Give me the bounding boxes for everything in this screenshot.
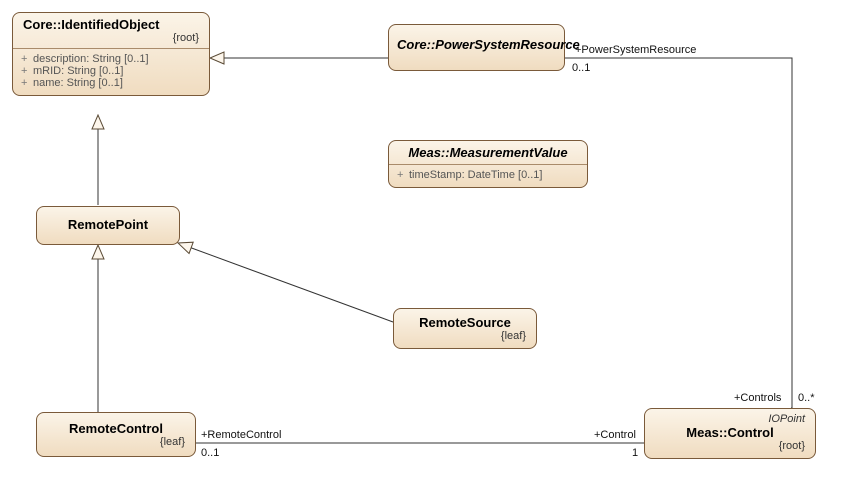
class-title: RemoteSource — [404, 315, 526, 330]
assoc-mult-psr: 0..1 — [572, 62, 590, 74]
class-remote-control[interactable]: RemoteControl {leaf} — [36, 412, 196, 457]
class-constraint: {root} — [23, 32, 199, 44]
assoc-role-control-end: +Control — [594, 429, 636, 441]
class-constraint: {leaf} — [404, 330, 526, 342]
class-attributes: +timeStamp: DateTime [0..1] — [389, 165, 587, 187]
class-title: RemoteControl — [47, 421, 185, 436]
class-identified-object[interactable]: Core::IdentifiedObject {root} +descripti… — [12, 12, 210, 96]
assoc-mult-control-end: 1 — [632, 447, 638, 459]
class-title: RemotePoint — [43, 217, 173, 232]
assoc-role-controls: +Controls — [734, 392, 781, 404]
assoc-role-psr: +PowerSystemResource — [575, 44, 696, 56]
assoc-mult-remotecontrol: 0..1 — [201, 447, 219, 459]
gen-remotesource-remotepoint — [178, 243, 393, 322]
class-control[interactable]: IOPoint Meas::Control {root} — [644, 408, 816, 459]
class-title: Meas::Control — [655, 425, 805, 440]
class-remote-source[interactable]: RemoteSource {leaf} — [393, 308, 537, 349]
assoc-mult-controls: 0..* — [798, 392, 815, 404]
class-remote-point[interactable]: RemotePoint — [36, 206, 180, 245]
class-title: Meas::MeasurementValue — [399, 145, 577, 160]
class-constraint: {root} — [655, 440, 805, 452]
class-stereotype: IOPoint — [655, 413, 805, 425]
class-constraint: {leaf} — [47, 436, 185, 448]
class-title: Core::IdentifiedObject — [23, 17, 199, 32]
class-attributes: +description: String [0..1] +mRID: Strin… — [13, 49, 209, 95]
class-title: Core::PowerSystemResource — [397, 37, 556, 52]
assoc-role-remotecontrol: +RemoteControl — [201, 429, 281, 441]
class-measurement-value[interactable]: Meas::MeasurementValue +timeStamp: DateT… — [388, 140, 588, 188]
assoc-psr-control — [563, 58, 792, 408]
class-power-system-resource[interactable]: Core::PowerSystemResource — [388, 24, 565, 71]
diagram-canvas: Core::IdentifiedObject {root} +descripti… — [0, 0, 842, 503]
